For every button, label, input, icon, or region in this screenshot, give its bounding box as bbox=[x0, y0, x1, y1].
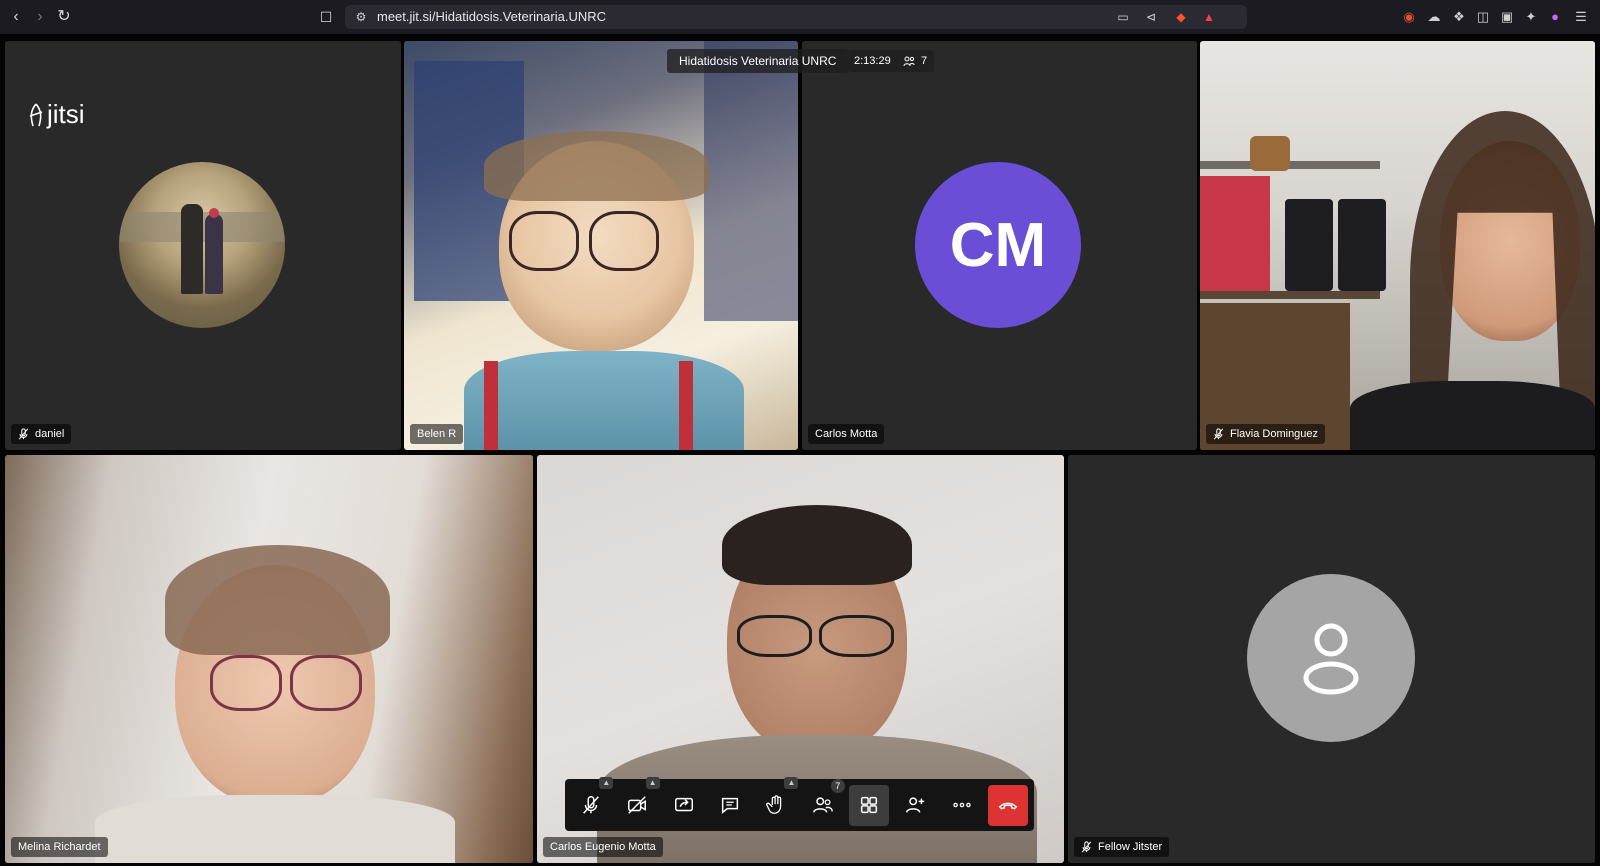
tile-view-button[interactable] bbox=[848, 784, 890, 826]
video-feed bbox=[1200, 41, 1595, 450]
address-bar[interactable]: ⚙ meet.jit.si/Hidatidosis.Veterinaria.UN… bbox=[345, 5, 1247, 29]
share-icon[interactable]: ⊲ bbox=[1143, 9, 1159, 25]
participant-count-value: 7 bbox=[921, 55, 928, 67]
chat-icon bbox=[721, 797, 739, 814]
user-icon bbox=[1303, 623, 1359, 695]
name-tag: Carlos Motta bbox=[808, 424, 885, 444]
extension-icon[interactable]: ◉ bbox=[1400, 8, 1418, 26]
participants-icon bbox=[903, 56, 915, 67]
sidebar-icon[interactable]: ◫ bbox=[1474, 8, 1492, 26]
camera-off-icon bbox=[628, 796, 647, 814]
video-feed bbox=[5, 455, 533, 863]
chevron-up-icon[interactable]: ▲ bbox=[599, 776, 614, 789]
mic-muted-icon bbox=[1081, 841, 1092, 853]
more-icon bbox=[952, 802, 971, 808]
chevron-up-icon[interactable]: ▲ bbox=[784, 776, 799, 789]
participants-badge: 7 bbox=[830, 778, 845, 793]
participant-name: Fellow Jitster bbox=[1098, 841, 1163, 853]
cast-icon[interactable]: ▭ bbox=[1115, 9, 1131, 25]
hand-icon bbox=[766, 795, 782, 814]
participant-name: Carlos Motta bbox=[815, 428, 878, 440]
jitsi-logo-text: jitsi bbox=[47, 99, 85, 129]
back-icon[interactable]: ‹ bbox=[6, 7, 26, 27]
leo-ai-icon[interactable]: ✦ bbox=[1522, 8, 1540, 26]
participant-name: Belen R bbox=[417, 428, 457, 440]
participant-name: Carlos Eugenio Motta bbox=[550, 841, 656, 853]
meeting-toolbar: ▲ ▲ ▲ 7 bbox=[565, 776, 1034, 831]
screen-share-button[interactable] bbox=[664, 785, 704, 826]
participant-tile-melina-richardet[interactable]: Melina Richardet bbox=[5, 455, 533, 863]
mic-muted-icon bbox=[1213, 428, 1224, 440]
participants-button[interactable]: 7 bbox=[802, 778, 845, 826]
menu-icon[interactable]: ☰ bbox=[1572, 8, 1590, 26]
tile-view-icon bbox=[860, 796, 877, 814]
participant-count[interactable]: 7 bbox=[896, 50, 935, 72]
brave-shields-icon[interactable]: ◆ bbox=[1173, 9, 1189, 25]
participant-tile-daniel[interactable]: jitsi daniel bbox=[5, 41, 401, 450]
reload-icon[interactable]: ↻ bbox=[54, 7, 74, 27]
leave-meeting-button[interactable] bbox=[987, 784, 1028, 826]
site-info-icon[interactable]: ⚙ bbox=[353, 9, 369, 25]
participant-tile-fellow-jitster[interactable]: Fellow Jitster bbox=[1068, 455, 1595, 863]
participant-tile-carlos-motta[interactable]: CM Carlos Motta bbox=[802, 41, 1197, 450]
participant-tile-belen-r[interactable]: Belen R bbox=[404, 41, 798, 450]
extensions-puzzle-icon[interactable]: ❖ bbox=[1450, 8, 1468, 26]
profile-icon[interactable]: ● bbox=[1546, 8, 1564, 26]
participants-icon bbox=[812, 797, 833, 813]
meeting-timer: 2:13:29 bbox=[848, 50, 897, 72]
raise-hand-button[interactable]: ▲ bbox=[756, 776, 799, 826]
microphone-button[interactable]: ▲ bbox=[571, 776, 614, 826]
participant-name: Melina Richardet bbox=[18, 841, 101, 853]
avatar bbox=[1247, 574, 1415, 742]
video-feed bbox=[404, 41, 798, 450]
brave-rewards-icon[interactable]: ▲ bbox=[1201, 9, 1217, 25]
name-tag: Belen R bbox=[410, 424, 464, 444]
wallet-icon[interactable]: ▣ bbox=[1498, 8, 1516, 26]
mic-muted-icon bbox=[583, 796, 600, 814]
participant-tile-flavia-dominguez[interactable]: Flavia Dominguez bbox=[1200, 41, 1595, 450]
extension-icon[interactable]: ☁ bbox=[1425, 8, 1443, 26]
url-text: meet.jit.si/Hidatidosis.Veterinaria.UNRC bbox=[377, 9, 607, 24]
mic-muted-icon bbox=[18, 428, 29, 440]
name-tag: Flavia Dominguez bbox=[1206, 424, 1326, 444]
screen-share-icon bbox=[674, 797, 693, 812]
name-tag: Fellow Jitster bbox=[1074, 837, 1170, 857]
jitsi-logo: jitsi bbox=[27, 99, 85, 130]
participant-name: Flavia Dominguez bbox=[1230, 428, 1319, 440]
chat-button[interactable] bbox=[710, 785, 750, 826]
browser-toolbar: ‹ › ↻ ☐ ⚙ meet.jit.si/Hidatidosis.Veteri… bbox=[0, 0, 1600, 34]
hangup-icon bbox=[998, 802, 1018, 810]
add-user-icon bbox=[906, 797, 925, 813]
avatar bbox=[119, 162, 285, 328]
name-tag: daniel bbox=[11, 424, 72, 444]
avatar: CM bbox=[915, 162, 1081, 328]
participant-name: daniel bbox=[35, 428, 65, 440]
name-tag: Carlos Eugenio Motta bbox=[543, 837, 663, 857]
jitsi-logo-icon bbox=[29, 102, 43, 126]
name-tag: Melina Richardet bbox=[11, 837, 108, 857]
meeting-title: Hidatidosis Veterinaria UNRC bbox=[667, 49, 849, 73]
forward-icon[interactable]: › bbox=[30, 7, 50, 27]
invite-button[interactable] bbox=[895, 785, 935, 826]
camera-button[interactable]: ▲ bbox=[617, 776, 660, 826]
bookmark-icon[interactable]: ☐ bbox=[316, 7, 336, 27]
more-actions-button[interactable] bbox=[941, 785, 981, 826]
chevron-up-icon[interactable]: ▲ bbox=[645, 776, 660, 789]
avatar-initials: CM bbox=[949, 210, 1047, 280]
